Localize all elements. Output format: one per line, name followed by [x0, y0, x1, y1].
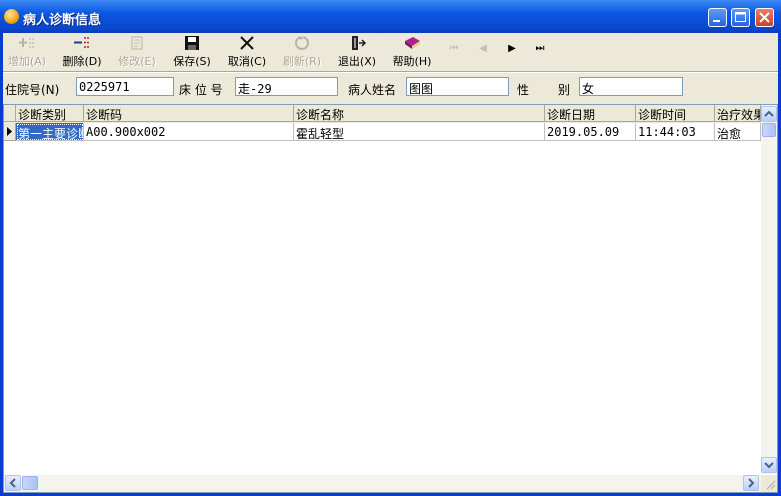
minimize-icon	[713, 20, 720, 22]
chevron-down-icon	[764, 462, 774, 469]
exit-button[interactable]: 退出(X)	[335, 35, 379, 69]
scroll-right-button[interactable]	[743, 475, 759, 491]
inpatient-no-field[interactable]: 0225971	[76, 77, 174, 96]
cell-diagnosis-code[interactable]: A00.900x002	[84, 123, 294, 141]
refresh-icon	[292, 35, 312, 51]
add-button[interactable]: 增加(A)	[5, 35, 49, 69]
prev-record-button[interactable]: ◀	[475, 43, 491, 57]
maximize-button[interactable]	[731, 8, 750, 27]
client-area: 增加(A) 删除(D) 修改(E) 保存(S) 取消(C) 刷新(R) 退出(X…	[3, 33, 778, 493]
chevron-up-icon	[764, 110, 774, 117]
maximize-icon	[735, 12, 746, 22]
col-header-diagnosis-type[interactable]: 诊断类别	[16, 105, 84, 122]
bed-no-field[interactable]: 走-29	[235, 77, 338, 96]
delete-icon	[72, 35, 92, 51]
close-button[interactable]	[755, 8, 774, 27]
col-header-diagnosis-date[interactable]: 诊断日期	[545, 105, 636, 122]
cell-treatment-result[interactable]: 治愈	[715, 123, 761, 141]
sex-field[interactable]: 女	[579, 77, 683, 96]
patient-name-field[interactable]: 图图	[406, 77, 509, 96]
first-record-button[interactable]: ⏮	[446, 43, 462, 57]
grid-header: 诊断类别 诊断码 诊断名称 诊断日期 诊断时间 治疗效果	[4, 105, 761, 123]
cancel-icon	[237, 35, 257, 51]
title-bar[interactable]: 病人诊断信息	[0, 0, 781, 33]
patient-info-row: 住院号(N) 0225971 床 位 号 走-29 病人姓名 图图 性 别 女	[3, 73, 778, 99]
next-record-button[interactable]: ▶	[504, 43, 520, 57]
current-row-indicator	[4, 123, 16, 141]
diagnosis-grid: 诊断类别 诊断码 诊断名称 诊断日期 诊断时间 治疗效果 第一主要诊断 A00.…	[3, 104, 778, 493]
vertical-scroll-thumb[interactable]	[762, 123, 776, 137]
cancel-button[interactable]: 取消(C)	[225, 35, 269, 69]
help-button[interactable]: 帮助(H)	[390, 35, 434, 69]
col-header-diagnosis-code[interactable]: 诊断码	[84, 105, 294, 122]
size-grip-icon	[766, 480, 776, 490]
sex-label-char1: 性	[517, 83, 530, 97]
scroll-down-button[interactable]	[761, 457, 777, 473]
help-book-icon	[402, 35, 422, 51]
col-header-treatment-result[interactable]: 治疗效果	[715, 105, 761, 122]
add-icon	[17, 35, 37, 51]
edit-icon	[127, 35, 147, 51]
save-button[interactable]: 保存(S)	[170, 35, 214, 69]
sex-label-char2: 别	[558, 83, 571, 97]
horizontal-scroll-thumb[interactable]	[22, 476, 38, 490]
delete-button[interactable]: 删除(D)	[60, 35, 104, 69]
bed-no-label: 床 位 号	[179, 83, 223, 97]
inpatient-no-label: 住院号(N)	[5, 83, 60, 97]
app-icon	[4, 9, 19, 24]
scroll-left-button[interactable]	[5, 475, 21, 491]
grid-corner	[4, 105, 16, 122]
chevron-left-icon	[9, 478, 16, 488]
col-header-diagnosis-name[interactable]: 诊断名称	[294, 105, 545, 122]
cell-diagnosis-time[interactable]: 11:44:03	[636, 123, 715, 141]
cell-diagnosis-name[interactable]: 霍乱轻型	[294, 123, 545, 141]
last-record-button[interactable]: ⏭	[532, 43, 548, 57]
row-pointer-icon	[7, 127, 12, 136]
vertical-scrollbar[interactable]	[761, 105, 777, 474]
cell-diagnosis-date[interactable]: 2019.05.09	[545, 123, 636, 141]
window-title: 病人诊断信息	[23, 13, 102, 28]
horizontal-scrollbar[interactable]	[4, 475, 761, 492]
patient-name-label: 病人姓名	[348, 83, 397, 97]
edit-button[interactable]: 修改(E)	[114, 35, 160, 69]
size-grip[interactable]	[761, 475, 777, 492]
scroll-up-button[interactable]	[761, 106, 777, 122]
exit-icon	[347, 35, 367, 51]
chevron-right-icon	[748, 478, 755, 488]
minimize-button[interactable]	[708, 8, 727, 27]
window: 病人诊断信息 增加(A) 删除(D) 修改(E) 保存(S) 取消(C) 刷新(…	[0, 0, 781, 496]
toolbar: 增加(A) 删除(D) 修改(E) 保存(S) 取消(C) 刷新(R) 退出(X…	[3, 33, 778, 71]
close-icon	[759, 12, 770, 23]
cell-diagnosis-type[interactable]: 第一主要诊断	[16, 123, 84, 141]
col-header-diagnosis-time[interactable]: 诊断时间	[636, 105, 715, 122]
refresh-button[interactable]: 刷新(R)	[279, 35, 325, 69]
save-icon	[182, 35, 202, 51]
